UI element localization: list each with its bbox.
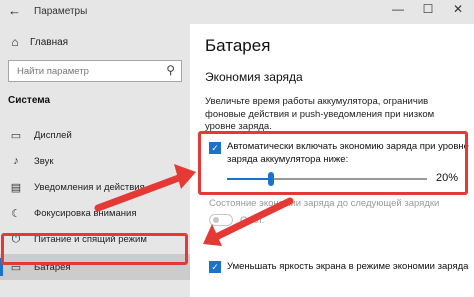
annotation-arrows xyxy=(94,164,294,246)
arrow-to-battery xyxy=(203,197,294,246)
arrow-to-checkbox xyxy=(94,164,196,212)
